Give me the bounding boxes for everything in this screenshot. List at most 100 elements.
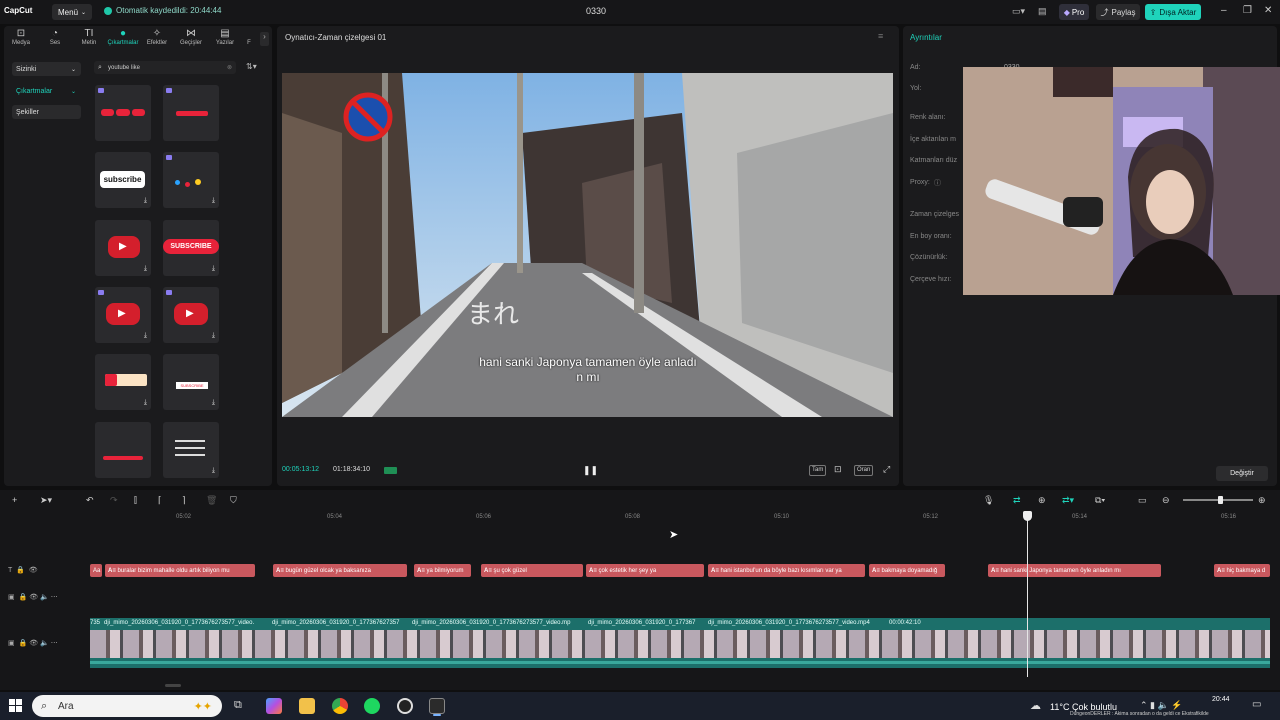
magnet-icon[interactable]: ⇄ <box>1013 495 1021 506</box>
time-ruler[interactable]: 05:02 05:04 05:06 05:08 05:10 05:12 05:1… <box>90 510 1280 524</box>
lock-icon[interactable]: 🔒 <box>16 567 25 574</box>
lock-icon[interactable]: 🔒 <box>19 594 28 601</box>
link-icon[interactable]: ⊕ <box>1038 495 1046 506</box>
project-name[interactable]: 0330 <box>586 6 606 16</box>
tab-text[interactable]: TI Metin <box>72 26 106 52</box>
layout-icon[interactable]: ▭▾ <box>1012 6 1025 17</box>
screenshot-icon[interactable]: ⊡ <box>834 464 842 475</box>
caption-icon[interactable]: ▭ <box>1138 495 1147 506</box>
caption-clip[interactable]: A≡ şu çok güzel <box>481 564 583 577</box>
sticker-item[interactable]: ▶ ⤓ <box>95 287 151 343</box>
download-icon[interactable]: ⤓ <box>212 399 215 407</box>
playhead-handle[interactable] <box>1023 511 1032 521</box>
windows-start-icon[interactable] <box>9 699 22 712</box>
spotify-icon[interactable] <box>364 698 380 714</box>
sticker-item[interactable] <box>95 422 151 478</box>
preview-axis-icon[interactable]: ⇄▾ <box>1062 495 1074 506</box>
tab-audio[interactable]: ◔ Ses <box>38 26 72 52</box>
download-icon[interactable]: ⤓ <box>144 399 147 407</box>
tab-media[interactable]: ⊡ Medya <box>4 26 38 52</box>
menu-button[interactable]: Menü ⌄ <box>52 4 93 20</box>
eye-icon[interactable]: 👁 <box>29 567 38 574</box>
copilot-icon[interactable] <box>266 698 282 714</box>
eye-icon[interactable]: 👁 <box>29 594 38 601</box>
caption-clip[interactable]: A≡ buralar bizim mahalle oldu artık bili… <box>105 564 255 577</box>
split-screen-icon[interactable]: ⧉▾ <box>1095 495 1105 506</box>
tab-stickers[interactable]: ● Çıkartmalar <box>106 26 140 52</box>
download-icon[interactable]: ⤓ <box>212 467 215 475</box>
caption-clip[interactable]: A≡ çok estetik her şey ya <box>586 564 704 577</box>
taskbar-search[interactable]: ⌕ Ara ✦✦ <box>32 695 222 717</box>
marker-icon[interactable]: ⛉ <box>230 495 237 506</box>
sidebar-item-yours[interactable]: Sizinki ⌄ <box>12 62 81 76</box>
select-tool-icon[interactable]: ➤▾ <box>40 495 52 506</box>
full-button[interactable]: Tam <box>809 465 827 476</box>
lock-icon[interactable]: 🔒 <box>19 640 28 647</box>
video-track[interactable]: 735 dji_mimo_20260306_031920_0_177367627… <box>90 618 1270 668</box>
redo-icon[interactable]: ↷ <box>110 495 118 506</box>
sticker-item[interactable]: subscribe ⤓ <box>95 152 151 208</box>
sticker-item[interactable] <box>163 85 219 141</box>
sticker-item[interactable]: ⤓ <box>163 422 219 478</box>
speaker-icon[interactable]: 🔈 <box>40 640 49 647</box>
close-icon[interactable]: ✕ <box>1264 5 1272 16</box>
sidebar-item-stickers[interactable]: Çıkartmalar ⌄ <box>12 84 81 98</box>
caption-clip[interactable]: A≡ hani istanbul'un da böyle bazı kısıml… <box>708 564 865 577</box>
hamburger-icon[interactable]: ≡ <box>878 31 883 41</box>
minimize-icon[interactable]: – <box>1221 5 1227 16</box>
eye-icon[interactable]: 👁 <box>29 640 38 647</box>
sticker-item[interactable]: ▶ ⤓ <box>163 287 219 343</box>
download-icon[interactable]: ⤓ <box>212 197 215 205</box>
more-icon[interactable]: ⋯ <box>51 594 58 601</box>
sticker-item[interactable]: SUBSCRIBE ⤓ <box>163 354 219 410</box>
speaker-icon[interactable]: 🔈 <box>40 594 49 601</box>
maximize-icon[interactable]: ❐ <box>1243 5 1252 16</box>
caption-clip[interactable]: A≡ bakmaya doyamadığ <box>869 564 945 577</box>
shortcuts-icon[interactable]: ▤ <box>1038 6 1047 17</box>
chrome-icon[interactable] <box>332 698 348 714</box>
filter-icon[interactable]: ⇅▾ <box>246 62 257 71</box>
delete-icon[interactable]: 🗑 <box>206 495 217 506</box>
tab-captions[interactable]: ▤ Yazılar <box>208 26 242 52</box>
sidebar-item-shapes[interactable]: Şekiller <box>12 105 81 119</box>
download-icon[interactable]: ⤓ <box>212 265 215 273</box>
notification-icon[interactable]: ▭ <box>1252 699 1261 710</box>
fullscreen-icon[interactable]: ⤢ <box>883 464 890 475</box>
playhead[interactable] <box>1027 512 1028 677</box>
change-button[interactable]: Değiştir <box>1216 466 1268 481</box>
caption-clip[interactable]: A≡ hani sanki Japonya tamamen öyle anlad… <box>988 564 1161 577</box>
caption-clip[interactable]: Aa <box>90 564 102 577</box>
sticker-item[interactable]: ⤓ <box>163 152 219 208</box>
task-view-icon[interactable]: ⧉ <box>234 699 242 712</box>
trim-right-icon[interactable]: ⌉ <box>182 495 186 506</box>
download-icon[interactable]: ⤓ <box>144 197 147 205</box>
sticker-item[interactable]: ⤓ <box>95 354 151 410</box>
share-button[interactable]: ⤴ Paylaş <box>1096 4 1140 20</box>
zoom-out-icon[interactable]: ⊖ <box>1162 495 1170 506</box>
tab-filters[interactable]: F <box>242 26 256 52</box>
download-icon[interactable]: ⤓ <box>144 332 147 340</box>
more-icon[interactable]: ⋯ <box>51 640 58 647</box>
clock[interactable]: 20:44 <box>1212 696 1230 703</box>
chevron-right-icon[interactable]: › <box>260 32 269 46</box>
file-explorer-icon[interactable] <box>299 698 315 714</box>
download-icon[interactable]: ⤓ <box>212 332 215 340</box>
zoom-slider-handle[interactable] <box>1218 496 1223 504</box>
pause-button[interactable]: ❚❚ <box>583 465 598 476</box>
system-tray-icons[interactable]: ⌃ ▮ 🔈 ⚡ <box>1140 700 1182 711</box>
sticker-item[interactable] <box>95 85 151 141</box>
pro-button[interactable]: ◆ Pro <box>1059 4 1089 20</box>
microphone-icon[interactable]: 🎙 <box>983 495 994 506</box>
caption-clip[interactable]: A≡ hiç bakmaya d <box>1214 564 1270 577</box>
undo-icon[interactable]: ↶ <box>86 495 94 506</box>
add-icon[interactable]: + <box>12 495 17 505</box>
split-icon[interactable]: ⫿ <box>134 495 137 506</box>
download-icon[interactable]: ⤓ <box>144 265 147 273</box>
capcut-icon[interactable] <box>429 698 445 714</box>
info-icon[interactable]: ⓘ <box>934 178 941 188</box>
tab-transitions[interactable]: ⋈ Geçişler <box>174 26 208 52</box>
horizontal-scrollbar[interactable] <box>165 684 181 687</box>
sticker-item[interactable]: SUBSCRIBE ⤓ <box>163 220 219 276</box>
tab-effects[interactable]: ✧ Efektler <box>140 26 174 52</box>
obs-icon[interactable] <box>397 698 413 714</box>
